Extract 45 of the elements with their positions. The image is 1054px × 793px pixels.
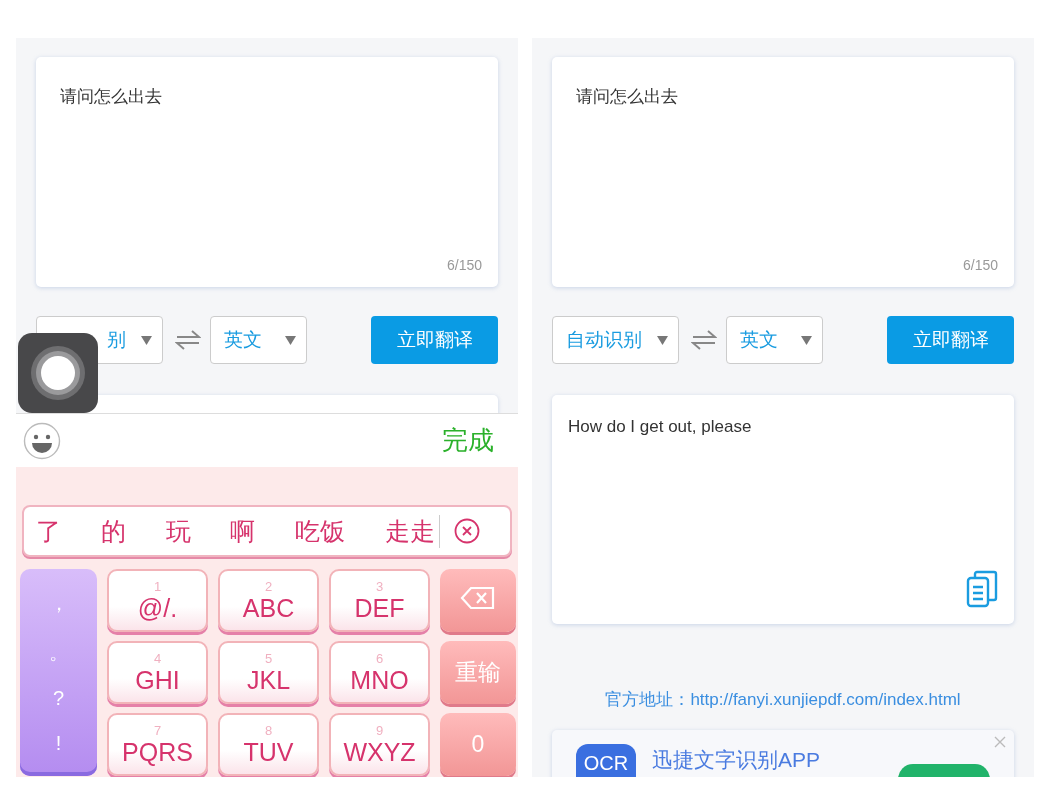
dropdown-caret-icon [141, 335, 152, 345]
input-text: 请问怎么出去 [60, 86, 163, 108]
swap-icon[interactable] [691, 329, 717, 351]
candidate-word[interactable]: 的 [100, 514, 126, 548]
keypad-key[interactable]: 2 ABC [218, 569, 319, 632]
candidate-word[interactable]: 吃饭 [295, 514, 346, 548]
keypad-key[interactable]: 5 JKL [218, 641, 319, 704]
keypad-key[interactable]: 1 @/. [107, 569, 208, 632]
backspace-key[interactable] [440, 569, 516, 632]
candidate-word[interactable]: 走走 [385, 514, 435, 548]
input-field[interactable]: 请问怎么出去 6/150 [36, 57, 498, 287]
dropdown-caret-icon [657, 335, 668, 345]
dropdown-caret-icon [801, 335, 812, 345]
input-text: 请问怎么出去 [576, 86, 679, 108]
keypad-key[interactable]: 8 TUV [218, 713, 319, 776]
translate-button[interactable]: 立即翻译 [371, 316, 498, 364]
done-button[interactable]: 完成 [442, 423, 494, 458]
app-icon: OCR [576, 744, 636, 777]
punctuation-mark[interactable]: ! [55, 732, 62, 756]
backspace-icon [460, 585, 496, 610]
keypad-key[interactable]: 4 GHI [107, 641, 208, 704]
dropdown-caret-icon [285, 335, 296, 345]
char-counter: 6/150 [446, 257, 482, 273]
input-field[interactable]: 请问怎么出去 6/150 [552, 57, 1014, 287]
source-language-select[interactable]: 自动识别 [552, 316, 679, 364]
target-language-select[interactable]: 英文 [726, 316, 823, 364]
candidate-word[interactable]: 啊 [230, 514, 256, 548]
target-language-select[interactable]: 英文 [210, 316, 307, 364]
swap-icon[interactable] [175, 329, 201, 351]
keypad-key[interactable]: 9 WXYZ [329, 713, 430, 776]
keypad-key[interactable]: 7 PQRS [107, 713, 208, 776]
candidate-word[interactable]: 了 [36, 514, 61, 548]
emoji-icon[interactable] [23, 421, 61, 460]
close-icon[interactable] [454, 518, 480, 544]
copy-icon[interactable] [966, 570, 998, 608]
translate-button[interactable]: 立即翻译 [887, 316, 1014, 364]
punctuation-key[interactable]: ， 。 ? ! [20, 569, 97, 776]
official-site-link[interactable]: 官方地址：http://fanyi.xunjiepdf.com/index.html [552, 688, 1014, 711]
char-counter: 6/150 [962, 257, 998, 273]
candidate-word[interactable]: 玩 [165, 514, 191, 548]
translation-text: How do I get out, please [568, 417, 752, 436]
keypad-key[interactable]: 3 DEF [329, 569, 430, 632]
keypad-key[interactable]: 6 MNO [329, 641, 430, 704]
assistive-touch-menu[interactable] [18, 333, 98, 413]
ad-title: 迅捷文字识别APP [652, 747, 821, 773]
